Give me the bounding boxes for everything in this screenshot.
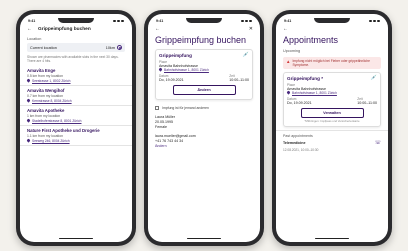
- phone-appointments: 9:41 ← Appointments Upcoming ▲ Impfung n…: [272, 10, 392, 246]
- nav-bar: ←: [276, 24, 388, 34]
- warning-banner: ▲ Impfung nicht möglich bei Fieber oder …: [283, 56, 381, 69]
- signal-icon: [113, 20, 124, 22]
- list-item[interactable]: Nature First Apotheke und Drogerie 1.1 k…: [20, 126, 132, 146]
- page-title: Grippeimpfung buchen: [38, 26, 91, 32]
- list-item[interactable]: Amavita Wengihof 0.7 km from my location…: [20, 86, 132, 106]
- pharmacy-distance: 1.1 km from my location: [27, 133, 63, 138]
- status-time: 9:41: [156, 19, 164, 23]
- date-value: Do, 19.09.2021: [287, 100, 312, 105]
- nav-bar: ← Grippeimpfung buchen: [20, 24, 132, 34]
- change-button[interactable]: Ändern: [172, 84, 236, 95]
- manage-button[interactable]: Verwalten: [300, 107, 364, 118]
- page-title: Grippeimpfung buchen: [155, 35, 247, 45]
- syringe-icon: 💉: [242, 51, 249, 58]
- person-details: Laura Müller 20.05.1995 Female laura.mue…: [148, 113, 260, 151]
- past-title: Telemedicine: [283, 141, 306, 146]
- list-item[interactable]: Amavita Enge 0.5 km from my location See…: [20, 66, 132, 86]
- signal-icon: [369, 20, 380, 22]
- upcoming-label: Upcoming: [283, 48, 301, 53]
- time-value: 10:00–11:00: [229, 77, 249, 82]
- status-time: 9:41: [28, 19, 36, 23]
- list-item[interactable]: Amavita Apotheke 1 km from my location S…: [20, 106, 132, 126]
- card-title: Grippeimpfung *: [287, 75, 323, 81]
- screen: 9:41 ← ✕ Grippeimpfung buchen Grippeimpf…: [148, 14, 260, 242]
- pharmacy-name: Nature First Apotheke und Drogerie: [27, 127, 100, 133]
- past-date: 12.08.2021, 10:00–10:30: [283, 147, 319, 152]
- home-indicator: [315, 237, 349, 239]
- edit-link[interactable]: Ändern: [155, 144, 253, 149]
- screen: 9:41 ← Appointments Upcoming ▲ Impfung n…: [276, 14, 388, 242]
- page-title: Appointments: [283, 35, 339, 45]
- pharmacy-distance: 1 km from my location: [27, 113, 61, 118]
- date-value: Do, 19.09.2021: [159, 77, 184, 82]
- pharmacy-distance: 0.7 km from my location: [27, 93, 63, 98]
- phone-notch: [314, 18, 350, 23]
- checkbox[interactable]: [155, 105, 159, 110]
- pharmacy-name: Amavita Enge: [27, 67, 56, 73]
- phone-location-search: 9:41 ← Grippeimpfung buchen Location Cur…: [16, 10, 136, 246]
- phone-notch: [58, 18, 94, 23]
- screen: 9:41 ← Grippeimpfung buchen Location Cur…: [20, 14, 132, 242]
- list-item[interactable]: Telemedicine ☏ 12.08.2021, 10:00–10:30: [276, 139, 388, 154]
- back-arrow-icon[interactable]: ←: [27, 26, 32, 32]
- signal-icon: [241, 20, 252, 22]
- nav-bar: ← ✕: [148, 24, 260, 34]
- past-label: Past appointments: [276, 129, 388, 139]
- syringe-icon: 💉: [370, 74, 377, 81]
- location-select[interactable]: Current location 10km: [27, 43, 125, 52]
- pharmacy-address: Stadelhoferstrasse 8, 8001 Zürich: [32, 118, 82, 123]
- radio-selected-icon[interactable]: [117, 45, 122, 50]
- back-arrow-icon[interactable]: ←: [283, 26, 288, 32]
- pin-icon: [26, 78, 31, 83]
- pharmacy-address-link[interactable]: Seeweg 246, 8004 Zürich: [26, 138, 125, 143]
- pharmacy-address-link[interactable]: Stadelhoferstrasse 8, 8001 Zürich: [26, 118, 125, 123]
- results-hint: Shown are pharmacies with available slot…: [27, 55, 119, 64]
- checkbox-label: Impfung ist für jemand anderen: [162, 105, 209, 110]
- pharmacy-distance: 0.5 km from my location: [27, 73, 63, 78]
- pharmacy-address: Seeweg 246, 8004 Zürich: [32, 138, 70, 143]
- warning-text: Impfung nicht möglich bei Fieber oder gr…: [292, 58, 370, 67]
- phone-notch: [186, 18, 222, 23]
- other-person-checkbox[interactable]: Impfung ist für jemand anderen: [148, 103, 260, 113]
- location-label: Location: [27, 37, 42, 41]
- time-value: 10:00–11:00: [357, 100, 377, 105]
- pin-icon: [26, 98, 31, 103]
- pin-icon: [26, 118, 31, 123]
- video-call-icon: ☏: [374, 139, 381, 146]
- close-icon[interactable]: ✕: [249, 26, 253, 32]
- pharmacy-address-link[interactable]: Seestrasse 1, 8002 Zürich: [26, 78, 125, 83]
- back-arrow-icon[interactable]: ←: [155, 26, 160, 32]
- card-title: Grippeimpfung: [159, 52, 192, 58]
- home-indicator: [59, 237, 93, 239]
- warning-icon: ▲: [286, 58, 291, 64]
- phone-booking-summary: 9:41 ← ✕ Grippeimpfung buchen Grippeimpf…: [144, 10, 264, 246]
- location-value: Current location: [30, 45, 57, 50]
- home-indicator: [187, 237, 221, 239]
- footnote: *Mitbringen: Impfpass und Versichertenka…: [304, 118, 360, 123]
- pharmacy-address-link[interactable]: Kernstrasse 8, 8004 Zürich: [26, 98, 125, 103]
- appointment-card: Grippeimpfung * 💉 Place Amavita Bahnhofs…: [283, 71, 381, 127]
- status-time: 9:41: [284, 19, 292, 23]
- radius-value: 10km: [105, 45, 115, 50]
- pharmacy-name: Amavita Wengihof: [27, 87, 65, 93]
- appointment-card: Grippeimpfung 💉 Place Amavita Bahnhofstr…: [155, 48, 253, 100]
- pharmacy-address: Seestrasse 1, 8002 Zürich: [32, 78, 71, 83]
- pharmacy-name: Amavita Apotheke: [27, 107, 65, 113]
- pharmacy-address: Kernstrasse 8, 8004 Zürich: [32, 98, 72, 103]
- pin-icon: [26, 138, 31, 143]
